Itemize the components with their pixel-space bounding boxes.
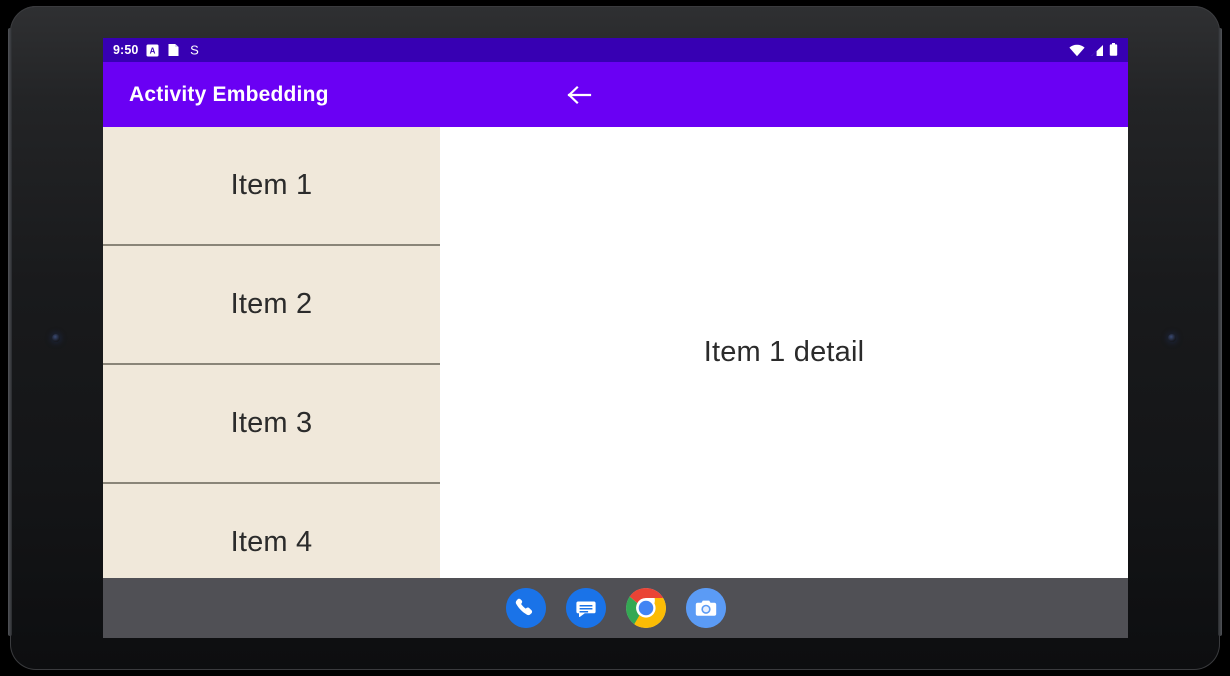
status-bar-right-group: [1069, 43, 1118, 57]
app-bar: Activity Embedding: [103, 62, 1128, 127]
list-pane: Item 1 Item 2 Item 3 Item 4: [103, 127, 440, 578]
list-item[interactable]: Item 2: [103, 246, 440, 365]
app-notification-a-icon: A: [146, 44, 159, 57]
list-item-label: Item 1: [230, 169, 313, 201]
content-split-container: Item 1 Item 2 Item 3 Item 4 Item 1 detai…: [103, 127, 1128, 578]
list-item[interactable]: Item 3: [103, 365, 440, 484]
back-arrow-icon[interactable]: [562, 77, 598, 113]
list-item-label: Item 2: [230, 288, 313, 320]
messages-app-icon[interactable]: [565, 588, 606, 628]
status-bar: 9:50 A S: [103, 38, 1128, 62]
device-edge-right: [1218, 28, 1222, 636]
status-bar-left-group: 9:50 A S: [113, 43, 201, 57]
camera-app-icon[interactable]: [685, 588, 726, 628]
status-bar-clock: 9:50: [113, 42, 139, 57]
chrome-app-icon[interactable]: [625, 588, 666, 628]
front-sensor-right: [1168, 334, 1176, 342]
clipboard-notification-icon: [167, 43, 180, 57]
detail-pane: Item 1 detail: [440, 127, 1128, 578]
wifi-icon: [1069, 44, 1085, 57]
device-screen: 9:50 A S Activity Embedding Item 1 Item …: [103, 38, 1128, 638]
phone-app-icon[interactable]: [505, 588, 546, 628]
sync-notification-icon: S: [188, 43, 201, 57]
device-edge-left: [8, 28, 12, 636]
front-sensor-left: [52, 334, 60, 342]
list-item-label: Item 4: [230, 526, 313, 558]
svg-text:A: A: [150, 46, 156, 55]
battery-icon: [1109, 43, 1118, 57]
app-bar-title: Activity Embedding: [129, 82, 329, 106]
list-item[interactable]: Item 4: [103, 484, 440, 578]
cellular-signal-icon: [1090, 44, 1104, 57]
list-item[interactable]: Item 1: [103, 127, 440, 246]
list-item-label: Item 3: [230, 407, 313, 439]
detail-pane-text: Item 1 detail: [703, 336, 865, 368]
screenshot-stage: 9:50 A S Activity Embedding Item 1 Item …: [0, 0, 1230, 676]
svg-text:S: S: [191, 43, 200, 57]
taskbar: [103, 578, 1128, 638]
